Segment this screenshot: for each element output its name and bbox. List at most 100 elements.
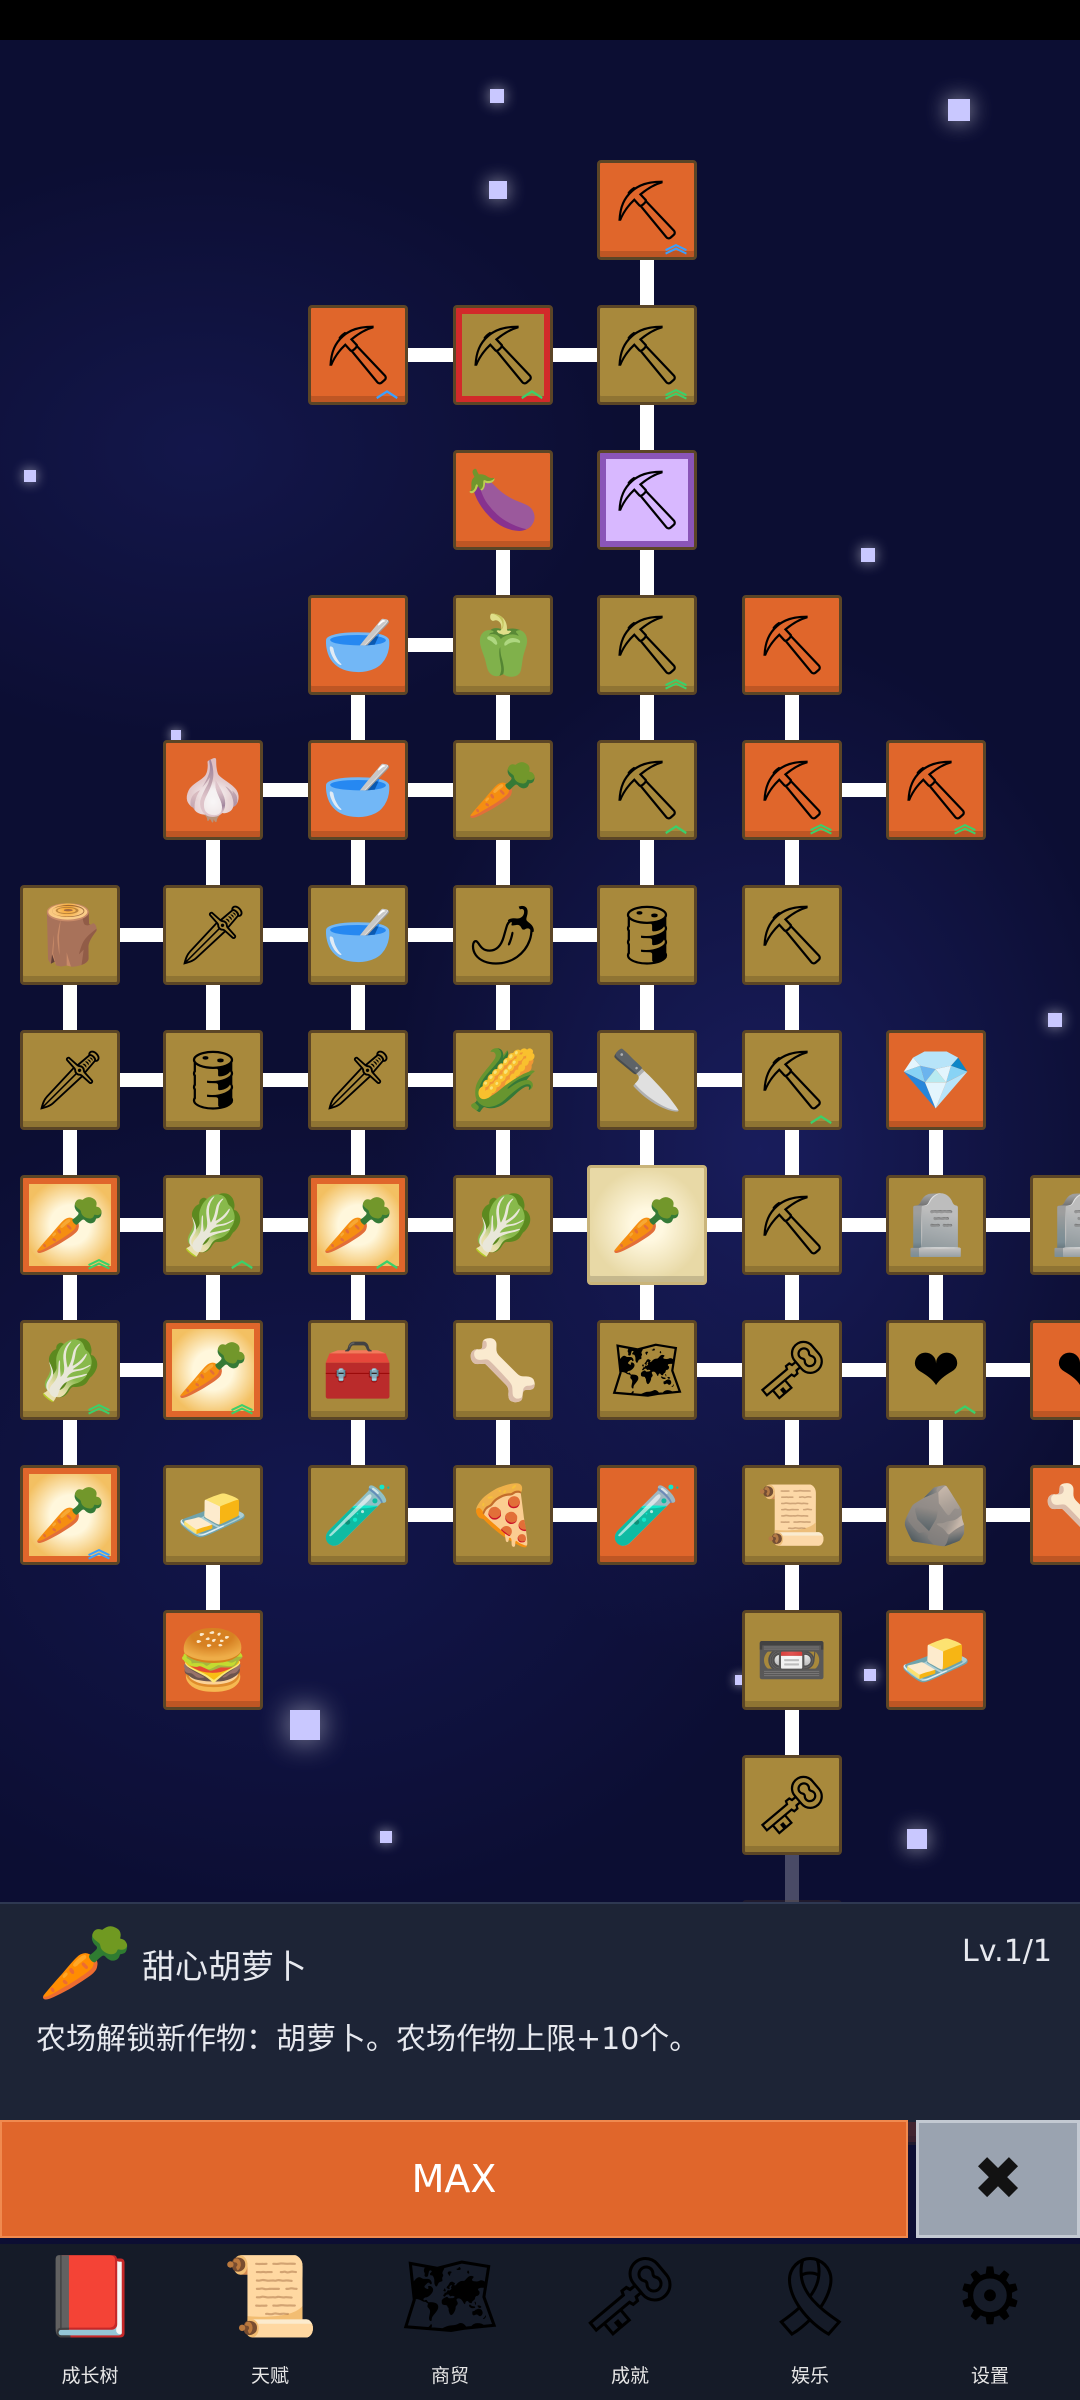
scroll-icon: 📜 [755, 1481, 829, 1549]
chili-icon: 🌶 [466, 901, 540, 969]
skill-node[interactable]: 🧪 [597, 1465, 697, 1565]
skill-node[interactable]: 🗡 [308, 1030, 408, 1130]
skill-node[interactable]: ⛏ ︽ [597, 160, 697, 260]
skill-node[interactable]: 🌽 [453, 1030, 553, 1130]
skill-node[interactable]: 🥣 [308, 885, 408, 985]
skill-node[interactable]: 📜 [742, 1465, 842, 1565]
shovel-icon: ⛏ [610, 756, 684, 824]
close-icon: ✖ [972, 2144, 1024, 2214]
pepper-icon: 🫑 [466, 611, 540, 679]
skill-node[interactable]: 🍆 [453, 450, 553, 550]
skill-node[interactable]: 🥬 ︽ [20, 1320, 120, 1420]
skill-name: 甜心胡萝卜 [142, 1947, 307, 1986]
skill-node[interactable]: 🥬 ︿ [163, 1175, 263, 1275]
skill-node[interactable]: ⛏ ︽ [886, 740, 986, 840]
skill-node[interactable]: 📼 [742, 1610, 842, 1710]
skill-node[interactable]: ⛏ [742, 885, 842, 985]
nav-talent[interactable]: 📜 天赋 [180, 2244, 360, 2400]
upgrade-arrow-icon: ︽ [664, 668, 687, 693]
skill-node[interactable]: 🥣 [308, 595, 408, 695]
nav-entertainment[interactable]: 🎗 娱乐 [720, 2244, 900, 2400]
skill-node[interactable]: 🧈 [886, 1610, 986, 1710]
skill-node[interactable]: ❤ ︿ [886, 1320, 986, 1420]
skill-node[interactable]: ❤ [1030, 1320, 1080, 1420]
upgrade-arrow-icon: ︿ [809, 1103, 832, 1128]
skill-node[interactable]: 🧰 [308, 1320, 408, 1420]
upgrade-arrow-icon: ︽ [664, 378, 687, 403]
carrot-icon: 🥕 [33, 1191, 107, 1259]
skill-node[interactable]: 🪵 [20, 885, 120, 985]
nav-growth-tree[interactable]: 📕 成长树 [0, 2244, 180, 2400]
pickaxe-icon: ⛏ [755, 611, 829, 679]
nav-trade[interactable]: 🗺 商贸 [360, 2244, 540, 2400]
skill-node[interactable]: 🥕 ︽ [20, 1465, 120, 1565]
skill-node[interactable]: 🍕 [453, 1465, 553, 1565]
upgrade-arrow-icon: ︿ [520, 378, 543, 403]
skill-node[interactable]: 🗡 [20, 1030, 120, 1130]
skill-node[interactable]: ⛏ ︿ [453, 305, 553, 405]
pizza-icon: 🍕 [466, 1481, 540, 1549]
skill-node[interactable]: ⛏ ︽ [597, 305, 697, 405]
skill-node[interactable]: ⛏ ︽ [742, 740, 842, 840]
skill-node[interactable]: ⛏ [742, 595, 842, 695]
skill-node[interactable]: 🍔 [163, 1610, 263, 1710]
eggplant-icon: 🍆 [466, 466, 540, 534]
skill-node[interactable]: 🥕 ︽ [20, 1175, 120, 1275]
skill-node[interactable]: 🗝 [742, 1755, 842, 1855]
max-button[interactable]: MAX [0, 2120, 908, 2238]
key-icon: 🗝 [755, 1336, 829, 1404]
cassette-icon: 📼 [755, 1626, 829, 1694]
skill-node[interactable]: ⛏ [597, 450, 697, 550]
skill-node[interactable]: ⛏ ︿ [597, 740, 697, 840]
skill-node[interactable]: 🛢 [597, 885, 697, 985]
skill-node[interactable]: 🥣 [308, 740, 408, 840]
close-button[interactable]: ✖ [916, 2120, 1080, 2238]
skill-node[interactable]: 🛢 [163, 1030, 263, 1130]
skill-node[interactable]: ⛏ ︽ [597, 595, 697, 695]
skill-node[interactable]: ⛏ ︿ [742, 1030, 842, 1130]
map-icon: 🗺 [400, 2252, 500, 2342]
upgrade-arrow-icon: ︿ [230, 1248, 253, 1273]
pickaxe-icon: ⛏ [755, 901, 829, 969]
nav-settings[interactable]: ⚙ 设置 [900, 2244, 1080, 2400]
gold-bar-icon: 🧈 [176, 1481, 250, 1549]
skill-node[interactable]: 🪦 [886, 1175, 986, 1275]
skill-node[interactable]: 🥕 [587, 1165, 707, 1285]
upgrade-arrow-icon: ︿ [375, 1248, 398, 1273]
shovel-icon: ⛏ [466, 321, 540, 389]
skill-node[interactable]: 🦴 [1030, 1465, 1080, 1565]
bowl-icon: 🥣 [321, 756, 395, 824]
skill-node[interactable]: 🥕 [453, 740, 553, 840]
upgrade-arrow-icon: ︿ [375, 378, 398, 403]
skill-node[interactable]: 🥕 ︽ [163, 1320, 263, 1420]
skill-node[interactable]: 🦴 [453, 1320, 553, 1420]
skill-node[interactable]: ⛏ ︿ [308, 305, 408, 405]
skill-node[interactable]: 🌶 [453, 885, 553, 985]
skill-node[interactable]: 🪦 [1030, 1175, 1080, 1275]
skill-node[interactable]: 💎 [886, 1030, 986, 1130]
key-icon: 🗝 [580, 2252, 680, 2342]
skill-node[interactable]: 🧈 [163, 1465, 263, 1565]
key-icon: 🗝 [755, 1771, 829, 1839]
skill-node[interactable]: 🫑 [453, 595, 553, 695]
heart-icon: ❤ [1055, 1336, 1080, 1404]
skill-node[interactable]: 🗝 [742, 1320, 842, 1420]
skill-node[interactable]: 🧄 [163, 740, 263, 840]
skill-node[interactable]: 🗡 [163, 885, 263, 985]
nav-achievements[interactable]: 🗝 成就 [540, 2244, 720, 2400]
skill-node[interactable]: 🗺 [597, 1320, 697, 1420]
sword-icon: 🗡 [33, 1046, 107, 1114]
skill-node[interactable]: 🪨 [886, 1465, 986, 1565]
upgrade-arrow-icon: ︿ [664, 813, 687, 838]
skill-node[interactable]: ⛏ [742, 1175, 842, 1275]
upgrade-arrow-icon: ︽ [87, 1538, 110, 1563]
skill-node[interactable]: 🥕 ︿ [308, 1175, 408, 1275]
skill-node[interactable]: 🥬 [453, 1175, 553, 1275]
skill-node[interactable]: 🧪 [308, 1465, 408, 1565]
skill-node[interactable]: 🔪 [597, 1030, 697, 1130]
potion-icon: 🧪 [610, 1481, 684, 1549]
pickaxe-icon: ⛏ [899, 756, 973, 824]
radish-icon: 🥕 [466, 756, 540, 824]
skill-level: Lv.1/1 [962, 1934, 1052, 1969]
upgrade-arrow-icon: ︽ [87, 1248, 110, 1273]
